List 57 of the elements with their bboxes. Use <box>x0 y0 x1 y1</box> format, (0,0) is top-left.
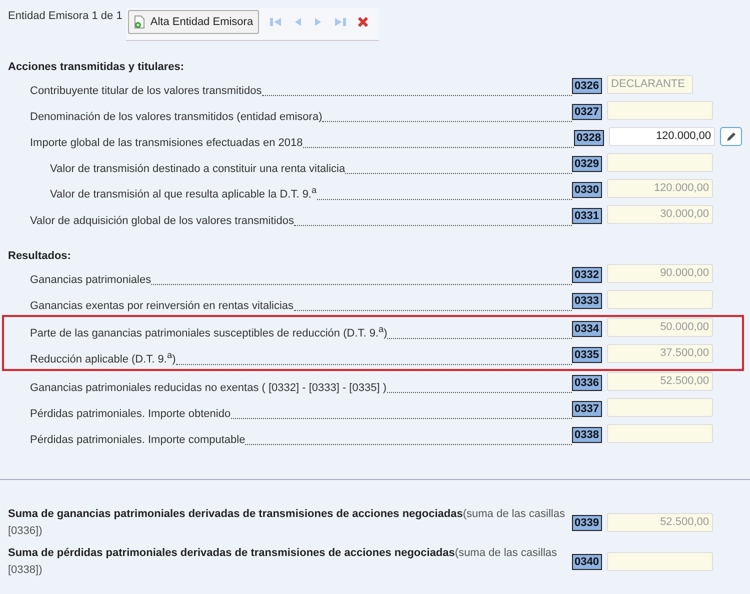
first-icon[interactable] <box>269 16 284 28</box>
new-document-icon <box>134 15 146 29</box>
readonly-field[interactable]: 37.500,00 <box>607 344 713 363</box>
total-label: Suma de ganancias patrimoniales derivadas de transmisiones de acciones negociadas(suma de las casillas [0336]) <box>8 507 566 538</box>
box-code: 0338 <box>572 427 602 443</box>
box-code: 0337 <box>572 401 602 417</box>
pencil-icon <box>725 130 737 142</box>
section-title: Acciones transmitidas y titulares: <box>8 61 186 73</box>
box-code: 0335 <box>572 347 602 363</box>
readonly-field[interactable]: 120.000,00 <box>607 179 713 198</box>
box-code: 0331 <box>572 208 602 224</box>
add-button[interactable]: Alta Entidad Emisora <box>128 10 260 34</box>
field-label: Ganancias patrimoniales reducidas no exentas ( [0332] - [0333] - [0335] ) <box>30 382 386 396</box>
readonly-field[interactable]: 52.500,00 <box>607 372 713 391</box>
field-label: Pérdidas patrimoniales. Importe computable <box>30 434 246 448</box>
total-label: Suma de pérdidas patrimoniales derivadas de transmisiones de acciones negociadas(suma de las casillas [0338]) <box>8 546 558 578</box>
field-label: Reducción aplicable (D.T. 9.$^{a}$) <box>30 350 176 368</box>
field-label: Denominación de los valores transmitidos (entidad emisora) <box>30 111 322 125</box>
readonly-field[interactable] <box>607 552 713 571</box>
field-label: Valor de adquisición global de los valores transmitidos <box>30 215 294 229</box>
readonly-field[interactable]: 30.000,00 <box>607 205 713 224</box>
box-code: 0326 <box>572 78 602 94</box>
readonly-field[interactable] <box>607 290 713 309</box>
record-counter: Entidad Emisora 1 de 1 <box>8 10 122 22</box>
box-code: 0334 <box>572 321 602 337</box>
field-label: Ganancias patrimoniales <box>30 274 152 288</box>
next-icon[interactable] <box>313 16 324 28</box>
box-code: 0330 <box>572 182 602 198</box>
box-code: 0333 <box>572 293 602 309</box>
readonly-field[interactable] <box>607 101 713 120</box>
delete-icon[interactable] <box>357 16 370 28</box>
field-label: Valor de transmisión destinado a constituir una renta vitalicia <box>50 163 346 177</box>
readonly-field[interactable] <box>607 398 713 417</box>
field-label: Ganancias exentas por reinversión en rentas vitalicias <box>30 300 294 314</box>
box-code: 0329 <box>572 156 602 172</box>
field-label: Importe global de las transmisiones efectuadas en 2018 <box>30 137 303 151</box>
readonly-field[interactable]: 50.000,00 <box>607 318 713 337</box>
box-code: 0339 <box>572 514 602 530</box>
box-code: 0332 <box>572 267 602 283</box>
box-code: 0327 <box>572 104 602 120</box>
readonly-field[interactable]: 52.500,00 <box>607 513 713 532</box>
readonly-field[interactable] <box>607 153 713 172</box>
edit-button[interactable] <box>720 127 742 146</box>
field-label: Contribuyente titular de los valores transmitidos <box>30 85 262 99</box>
field-label: Valor de transmisión al que resulta aplicable la D.T. 9.$^{a}$ <box>50 185 317 203</box>
amount-field[interactable]: 120.000,00 <box>609 127 715 146</box>
readonly-field[interactable] <box>607 424 713 443</box>
field-label: Pérdidas patrimoniales. Importe obtenido <box>30 408 231 422</box>
box-code: 0328 <box>574 130 604 146</box>
readonly-field[interactable]: DECLARANTE <box>607 75 693 94</box>
previous-icon[interactable] <box>293 16 304 28</box>
box-code: 0340 <box>572 554 602 570</box>
readonly-field[interactable]: 90.000,00 <box>607 264 713 283</box>
field-label: Parte de las ganancias patrimoniales susceptibles de reducción (D.T. 9.$^{a}$) <box>30 324 388 342</box>
section-title: Resultados: <box>8 250 72 262</box>
last-icon[interactable] <box>333 16 348 28</box>
box-code: 0336 <box>572 375 602 391</box>
